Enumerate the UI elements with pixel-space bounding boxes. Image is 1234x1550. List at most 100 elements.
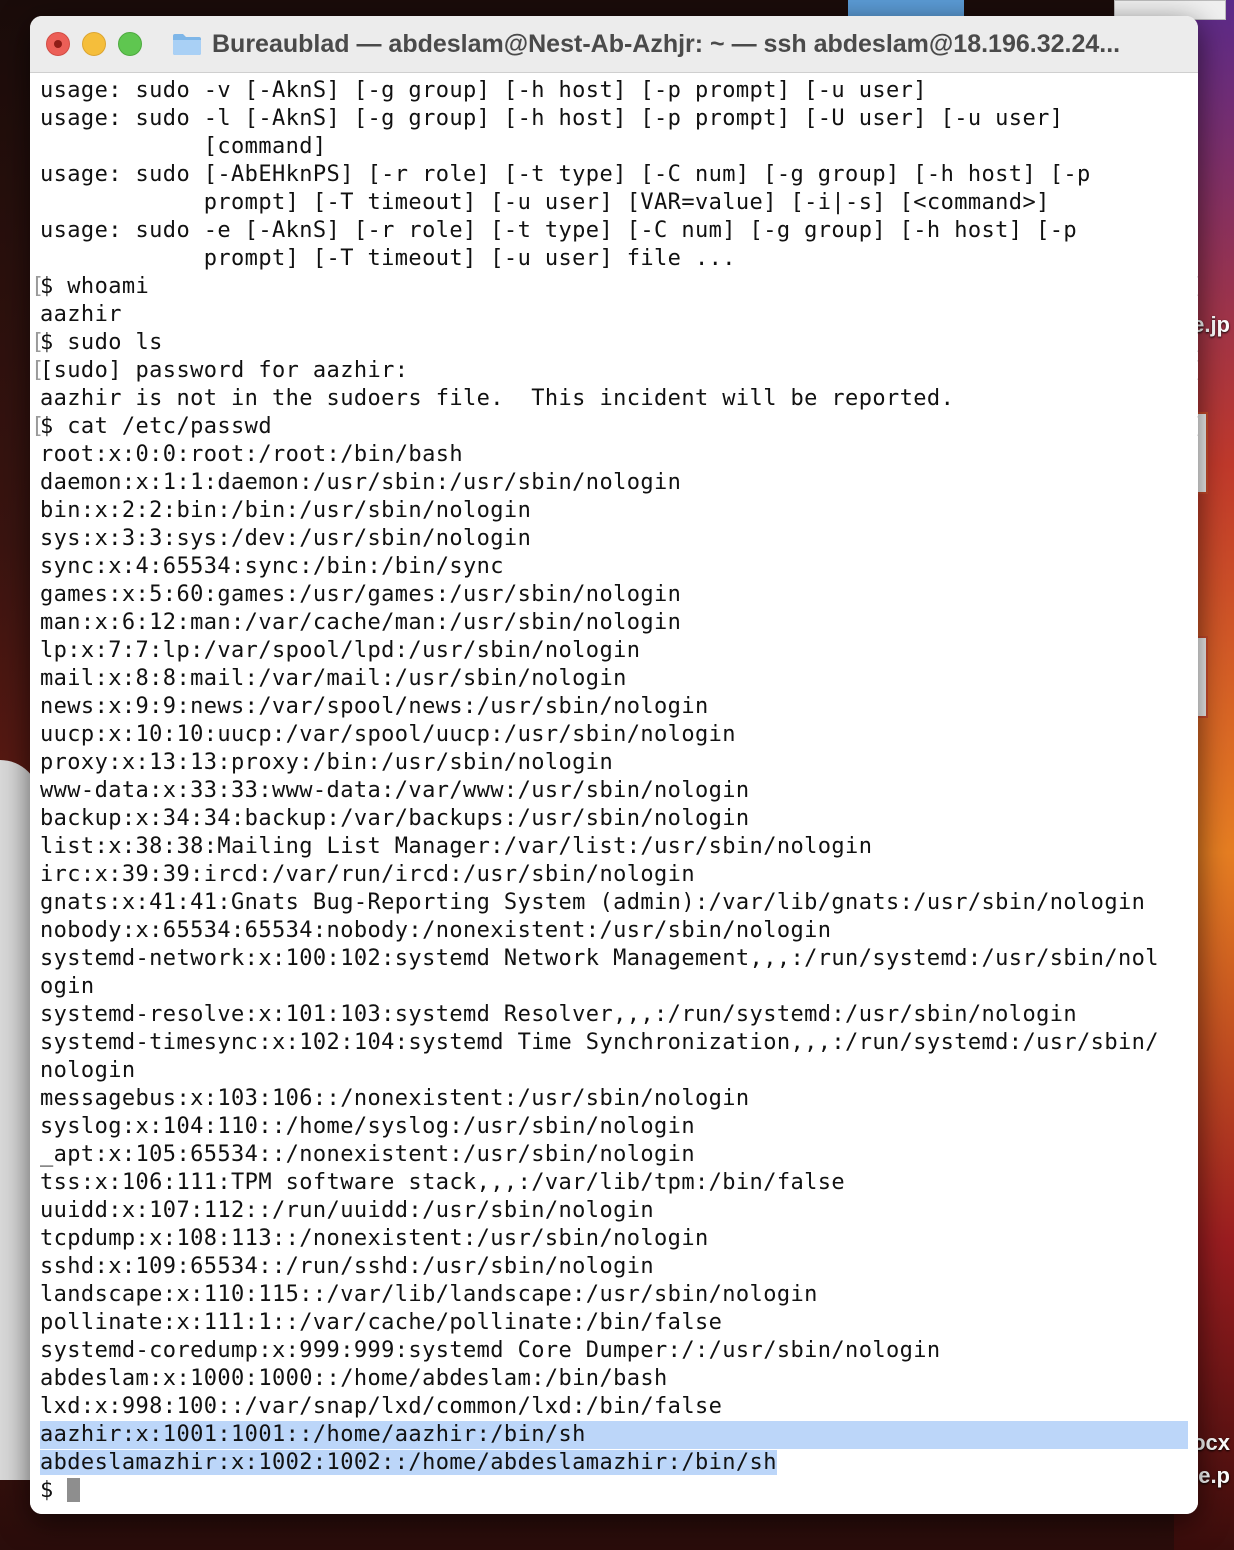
terminal-line-text: $ whoami [40, 274, 150, 299]
terminal-line-text: usage: sudo -l [-AknS] [-g group] [-h ho… [40, 106, 1064, 131]
terminal-line: [command] [40, 133, 1198, 161]
line-marker-right: ] [1194, 273, 1198, 301]
terminal-line: lxd:x:998:100::/var/snap/lxd/common/lxd:… [40, 1393, 1198, 1421]
prompt-line[interactable]: $ [40, 1477, 1198, 1505]
terminal-line-text: pollinate:x:111:1::/var/cache/pollinate:… [40, 1310, 723, 1335]
terminal-line-text: syslog:x:104:110::/home/syslog:/usr/sbin… [40, 1114, 695, 1139]
terminal-line: list:x:38:38:Mailing List Manager:/var/l… [40, 833, 1198, 861]
terminal-line-text: landscape:x:110:115::/var/lib/landscape:… [40, 1282, 818, 1307]
terminal-line: $ whoami[] [31, 273, 1198, 301]
terminal-line: backup:x:34:34:backup:/var/backups:/usr/… [40, 805, 1198, 833]
terminal-line-text: mail:x:8:8:mail:/var/mail:/usr/sbin/nolo… [40, 666, 627, 691]
terminal-line: usage: sudo -v [-AknS] [-g group] [-h ho… [40, 77, 1198, 105]
terminal-line: systemd-timesync:x:102:104:systemd Time … [40, 1029, 1198, 1057]
line-marker-left: [ [31, 358, 45, 383]
terminal-line: aazhir:x:1001:1001::/home/aazhir:/bin/sh [40, 1421, 1188, 1449]
terminal-line-text: nobody:x:65534:65534:nobody:/nonexistent… [40, 918, 832, 943]
terminal-line-text: sshd:x:109:65534::/run/sshd:/usr/sbin/no… [40, 1254, 655, 1279]
terminal-line: $ cat /etc/passwd[] [31, 413, 1198, 441]
terminal-line: tss:x:106:111:TPM software stack,,,:/var… [40, 1169, 1198, 1197]
terminal-line: daemon:x:1:1:daemon:/usr/sbin:/usr/sbin/… [40, 469, 1198, 497]
desktop-file-label[interactable]: e.p [1198, 1463, 1230, 1489]
terminal-line: systemd-network:x:100:102:systemd Networ… [40, 945, 1198, 973]
terminal-line: irc:x:39:39:ircd:/var/run/ircd:/usr/sbin… [40, 861, 1198, 889]
zoom-button[interactable] [118, 32, 142, 56]
title-bar[interactable]: Bureaublad — abdeslam@Nest-Ab-Azhjr: ~ —… [30, 16, 1198, 73]
terminal-line: tcpdump:x:108:113::/nonexistent:/usr/sbi… [40, 1225, 1198, 1253]
terminal-line-text: systemd-timesync:x:102:104:systemd Time … [40, 1030, 1159, 1055]
terminal-line: nobody:x:65534:65534:nobody:/nonexistent… [40, 917, 1198, 945]
terminal-line-text: lxd:x:998:100::/var/snap/lxd/common/lxd:… [40, 1394, 723, 1419]
terminal-line-text: tcpdump:x:108:113::/nonexistent:/usr/sbi… [40, 1226, 709, 1251]
window-controls [46, 32, 142, 56]
terminal-line-text: list:x:38:38:Mailing List Manager:/var/l… [40, 834, 873, 859]
terminal-line: sys:x:3:3:sys:/dev:/usr/sbin/nologin [40, 525, 1198, 553]
terminal-line: [sudo] password for aazhir:[] [31, 357, 1198, 385]
terminal-line-text: uuidd:x:107:112::/run/uuidd:/usr/sbin/no… [40, 1198, 655, 1223]
terminal-line-text: uucp:x:10:10:uucp:/var/spool/uucp:/usr/s… [40, 722, 736, 747]
terminal-line: lp:x:7:7:lp:/var/spool/lpd:/usr/sbin/nol… [40, 637, 1198, 665]
terminal-line-text: sync:x:4:65534:sync:/bin:/bin/sync [40, 554, 504, 579]
shell-prompt: $ [40, 1478, 68, 1503]
terminal-line: man:x:6:12:man:/var/cache/man:/usr/sbin/… [40, 609, 1198, 637]
terminal-line: systemd-coredump:x:999:999:systemd Core … [40, 1337, 1198, 1365]
terminal-line: usage: sudo [-AbEHknPS] [-r role] [-t ty… [40, 161, 1198, 189]
terminal-line-text: _apt:x:105:65534::/nonexistent:/usr/sbin… [40, 1142, 695, 1167]
close-button[interactable] [46, 32, 70, 56]
terminal-line: usage: sudo -l [-AknS] [-g group] [-h ho… [40, 105, 1198, 133]
terminal-line: pollinate:x:111:1::/var/cache/pollinate:… [40, 1309, 1198, 1337]
terminal-line-text: man:x:6:12:man:/var/cache/man:/usr/sbin/… [40, 610, 682, 635]
terminal-line: syslog:x:104:110::/home/syslog:/usr/sbin… [40, 1113, 1198, 1141]
terminal-line-text: abdeslamazhir:x:1002:1002::/home/abdesla… [40, 1450, 777, 1475]
terminal-output[interactable]: usage: sudo -v [-AknS] [-g group] [-h ho… [30, 73, 1198, 1514]
terminal-line-text: nologin [40, 1058, 136, 1083]
terminal-line-text: sys:x:3:3:sys:/dev:/usr/sbin/nologin [40, 526, 532, 551]
terminal-line-text: usage: sudo -e [-AknS] [-r role] [-t typ… [40, 218, 1078, 243]
line-marker-right: ] [1194, 357, 1198, 385]
terminal-line-text: proxy:x:13:13:proxy:/bin:/usr/sbin/nolog… [40, 750, 614, 775]
terminal-line-text: aazhir is not in the sudoers file. This … [40, 386, 955, 411]
terminal-line: _apt:x:105:65534::/nonexistent:/usr/sbin… [40, 1141, 1198, 1169]
terminal-line-text: [command] [40, 134, 327, 159]
terminal-line-text: $ sudo ls [40, 330, 163, 355]
terminal-line-text: $ cat /etc/passwd [40, 414, 272, 439]
terminal-line-text: prompt] [-T timeout] [-u user] file ... [40, 246, 736, 271]
terminal-line: aazhir is not in the sudoers file. This … [40, 385, 1198, 413]
terminal-line: gnats:x:41:41:Gnats Bug-Reporting System… [40, 889, 1198, 917]
terminal-line: uuidd:x:107:112::/run/uuidd:/usr/sbin/no… [40, 1197, 1198, 1225]
terminal-line-text: aazhir [40, 302, 122, 327]
line-marker-right: ] [1194, 329, 1198, 357]
terminal-line: nologin [40, 1057, 1198, 1085]
terminal-line-text: bin:x:2:2:bin:/bin:/usr/sbin/nologin [40, 498, 532, 523]
folder-icon [173, 34, 201, 55]
terminal-line-text: ogin [40, 974, 95, 999]
terminal-line: proxy:x:13:13:proxy:/bin:/usr/sbin/nolog… [40, 749, 1198, 777]
line-marker-left: [ [31, 274, 45, 299]
terminal-line-text: www-data:x:33:33:www-data:/var/www:/usr/… [40, 778, 750, 803]
terminal-line-text: news:x:9:9:news:/var/spool/news:/usr/sbi… [40, 694, 709, 719]
terminal-line-text: gnats:x:41:41:Gnats Bug-Reporting System… [40, 890, 1146, 915]
window-title: Bureaublad — abdeslam@Nest-Ab-Azhjr: ~ —… [172, 30, 1120, 59]
terminal-line-text: usage: sudo -v [-AknS] [-g group] [-h ho… [40, 78, 927, 103]
terminal-line: www-data:x:33:33:www-data:/var/www:/usr/… [40, 777, 1198, 805]
terminal-line: abdeslamazhir:x:1002:1002::/home/abdesla… [40, 1449, 1198, 1477]
terminal-line-text: usage: sudo [-AbEHknPS] [-r role] [-t ty… [40, 162, 1091, 187]
terminal-line: $ sudo ls[] [31, 329, 1198, 357]
line-marker-left: [ [31, 330, 45, 355]
terminal-line: sshd:x:109:65534::/run/sshd:/usr/sbin/no… [40, 1253, 1198, 1281]
minimize-button[interactable] [82, 32, 106, 56]
terminal-line: usage: sudo -e [-AknS] [-r role] [-t typ… [40, 217, 1198, 245]
terminal-window[interactable]: Bureaublad — abdeslam@Nest-Ab-Azhjr: ~ —… [30, 16, 1198, 1514]
terminal-line: games:x:5:60:games:/usr/games:/usr/sbin/… [40, 581, 1198, 609]
terminal-line-text: aazhir:x:1001:1001::/home/aazhir:/bin/sh [40, 1422, 586, 1447]
text-cursor [67, 1478, 81, 1502]
terminal-line: mail:x:8:8:mail:/var/mail:/usr/sbin/nolo… [40, 665, 1198, 693]
terminal-line-text: [sudo] password for aazhir: [40, 358, 409, 383]
terminal-line: ogin [40, 973, 1198, 1001]
terminal-line: systemd-resolve:x:101:103:systemd Resolv… [40, 1001, 1198, 1029]
terminal-line-text: messagebus:x:103:106::/nonexistent:/usr/… [40, 1086, 750, 1111]
terminal-line-text: root:x:0:0:root:/root:/bin/bash [40, 442, 463, 467]
terminal-line-text: irc:x:39:39:ircd:/var/run/ircd:/usr/sbin… [40, 862, 695, 887]
terminal-line-text: lp:x:7:7:lp:/var/spool/lpd:/usr/sbin/nol… [40, 638, 641, 663]
terminal-line: sync:x:4:65534:sync:/bin:/bin/sync [40, 553, 1198, 581]
